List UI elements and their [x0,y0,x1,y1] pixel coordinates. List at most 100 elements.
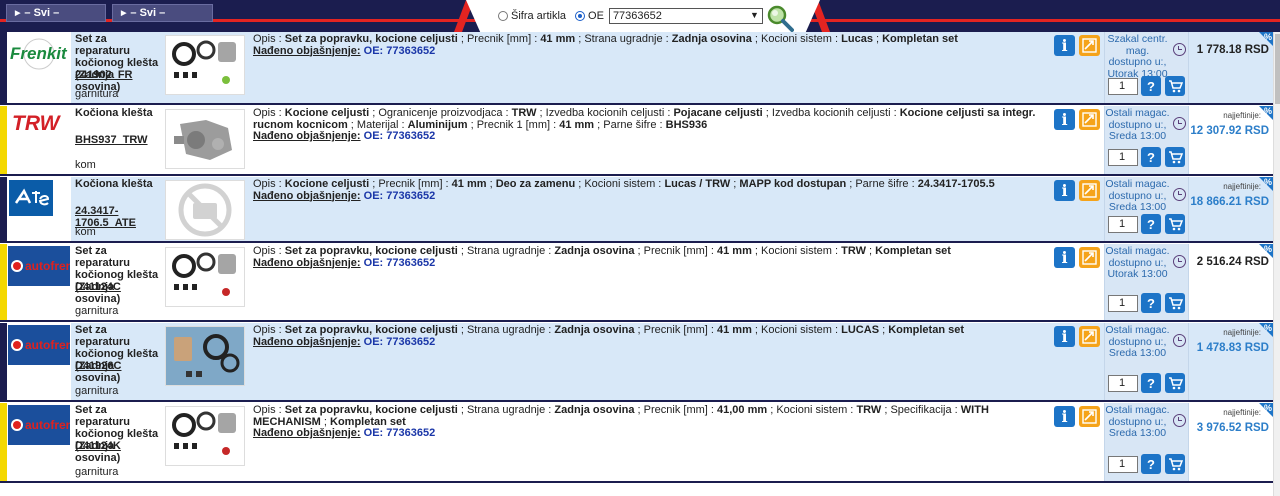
quantity-input[interactable]: 1 [1108,375,1138,392]
info-button[interactable]: i [1054,406,1075,427]
substitute-button[interactable] [1079,326,1100,347]
help-button[interactable]: ? [1141,147,1161,167]
product-row: Frenkit Set za reparaturu kočionog klešt… [0,32,1280,105]
product-description: Opis : Set za popravku, kocione celjusti… [247,403,1049,481]
product-name-cell: Set za reparaturu kočionog klešta (Zadnj… [71,32,163,103]
help-button[interactable]: ? [1141,76,1161,96]
product-unit: kom [75,159,96,171]
product-row: TRW Kočiona klešta BHS937_TRW kom Opis :… [0,106,1280,176]
brand-logo: autofren [7,323,73,400]
product-row: autofren Set za reparaturu kočionog kleš… [0,323,1280,402]
add-to-cart-button[interactable] [1165,214,1185,234]
product-unit: garnitura [75,466,119,478]
info-button[interactable]: i [1054,326,1075,347]
price-cell: % najjeftinije: 1 478.83 RSD [1189,323,1273,400]
row-stripe [0,403,7,481]
clock-icon[interactable] [1173,255,1186,268]
info-button[interactable]: i [1054,180,1075,201]
category-select-1[interactable]: ▶ – Svi – [6,4,106,22]
brand-logo-image: TRW [8,110,68,137]
stock-availability: Szakal centr. mag. dostupno u:, Utorak 1… [1107,33,1168,80]
substitute-button[interactable] [1079,109,1100,130]
brand-logo: Frenkit [7,32,71,103]
add-to-cart-button[interactable] [1165,454,1185,474]
oe-search-input[interactable]: 77363652 ▼ [608,8,763,24]
product-name-cell: Kočiona klešta 24.3417-1706.5_ATE kom [71,177,163,241]
found-label: Nađeno objašnjenje: [253,256,361,269]
product-description: Opis : Kocione celjusti ; Ogranicenje pr… [247,106,1049,174]
oe-number: OE: 77363652 [363,335,436,348]
substitute-button[interactable] [1079,180,1100,201]
substitute-button[interactable] [1079,35,1100,56]
quantity-input[interactable]: 1 [1108,295,1138,312]
product-code-link[interactable]: 241902_FR [75,69,155,81]
help-button[interactable]: ? [1141,454,1161,474]
product-image[interactable] [165,247,245,307]
product-image[interactable] [165,35,245,95]
add-to-cart-button[interactable] [1165,76,1185,96]
swap-icon [1082,250,1097,265]
cart-icon [1168,457,1183,470]
scrollbar[interactable] [1273,32,1280,496]
quantity-input[interactable]: 1 [1108,216,1138,233]
product-name: Set za reparaturu kočionog klešta (Zadnj… [75,33,159,93]
discount-badge: % [1259,403,1273,417]
product-thumbnail-cell [163,177,247,241]
price-value: 2 516.24 RSD [1196,256,1269,268]
clock-icon[interactable] [1173,188,1186,201]
radio-article-code[interactable] [498,11,508,21]
clock-icon[interactable] [1173,43,1186,56]
svg-text:autofren: autofren [25,338,70,352]
product-code-link[interactable]: BHS937_TRW [75,134,155,146]
substitute-button[interactable] [1079,406,1100,427]
price-value: 18 866.21 RSD [1190,196,1269,208]
help-button[interactable]: ? [1141,373,1161,393]
product-row: autofren Set za reparaturu kočionog kleš… [0,244,1280,322]
product-thumbnail-cell [163,323,247,400]
clock-icon[interactable] [1173,334,1186,347]
radio-oe[interactable] [575,11,586,21]
top-bar: ▶ – Svi – ▶ – Svi – Šifra artikla OE 773… [0,0,1280,32]
product-image[interactable] [165,180,245,240]
oe-search-value: 77363652 [612,10,662,22]
clock-icon[interactable] [1173,117,1186,130]
price-cell: % 2 516.24 RSD [1189,244,1273,320]
add-to-cart-button[interactable] [1165,293,1185,313]
svg-text:autofren: autofren [25,418,70,432]
brand-logo-image: Frenkit [8,34,70,77]
substitute-button[interactable] [1079,247,1100,268]
info-icon: i [1061,181,1068,200]
price-value: 3 976.52 RSD [1196,422,1269,434]
quantity-input[interactable]: 1 [1108,456,1138,473]
info-button[interactable]: i [1054,247,1075,268]
product-description: Opis : Kocione celjusti ; Precnik [mm] :… [247,177,1049,241]
category-select-2[interactable]: ▶ – Svi – [112,4,213,22]
scrollbar-thumb[interactable] [1275,34,1280,104]
info-button[interactable]: i [1054,109,1075,130]
add-to-cart-button[interactable] [1165,373,1185,393]
product-code-link[interactable]: D41124K [75,440,155,452]
product-unit: garnitura [75,305,119,317]
product-image[interactable] [165,326,245,386]
quantity-input[interactable]: 1 [1108,149,1138,166]
product-image[interactable] [165,406,245,466]
help-button[interactable]: ? [1141,293,1161,313]
discount-badge: % [1259,177,1273,191]
cart-icon [1168,296,1183,309]
clock-icon[interactable] [1173,414,1186,427]
brand-text: Frenkit [10,44,68,63]
help-button[interactable]: ? [1141,214,1161,234]
product-thumbnail-cell [163,106,247,174]
info-icon: i [1061,36,1068,55]
add-to-cart-button[interactable] [1165,147,1185,167]
info-button[interactable]: i [1054,35,1075,56]
info-icon: i [1061,248,1068,267]
oe-number: OE: 77363652 [363,130,436,142]
product-image[interactable] [165,109,245,169]
chevron-down-icon: ▼ [750,10,759,20]
product-code-link[interactable]: D41124C [75,281,155,293]
search-icon[interactable] [766,4,794,32]
product-code-link[interactable]: D41926C [75,360,155,372]
quantity-input[interactable]: 1 [1108,78,1138,95]
stock-availability: Ostali magac. dostupno u:, Sreda 13:00 [1105,107,1170,142]
